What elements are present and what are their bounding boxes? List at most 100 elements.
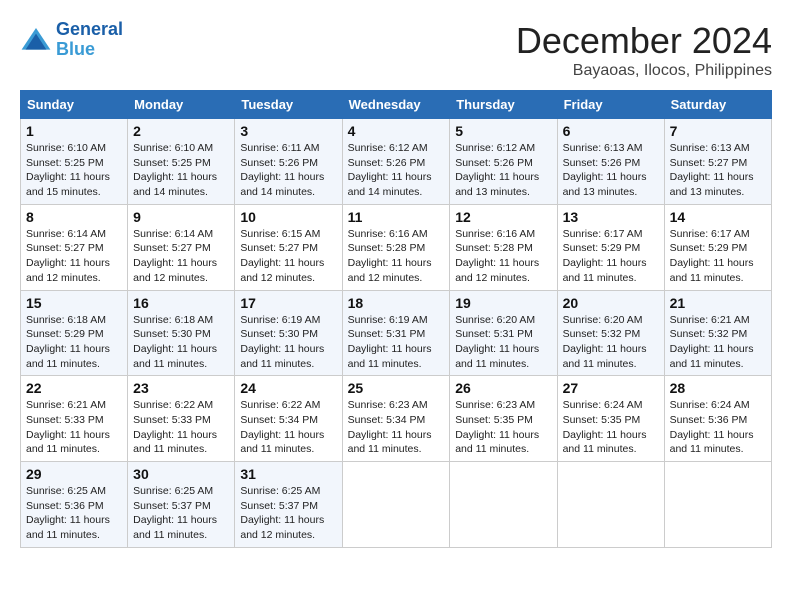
cell-daylight: Daylight: 11 hours and 11 minutes. bbox=[26, 343, 110, 370]
cell-daylight: Daylight: 11 hours and 11 minutes. bbox=[670, 257, 754, 284]
calendar-cell: 21 Sunrise: 6:21 AM Sunset: 5:32 PM Dayl… bbox=[664, 290, 771, 376]
cell-sunrise: Sunrise: 6:10 AM bbox=[26, 142, 106, 154]
cell-daylight: Daylight: 11 hours and 11 minutes. bbox=[670, 343, 754, 370]
cell-sunrise: Sunrise: 6:18 AM bbox=[133, 314, 213, 326]
day-number: 9 bbox=[133, 209, 229, 225]
calendar-cell: 29 Sunrise: 6:25 AM Sunset: 5:36 PM Dayl… bbox=[21, 462, 128, 548]
cell-daylight: Daylight: 11 hours and 14 minutes. bbox=[133, 171, 217, 198]
column-header-sunday: Sunday bbox=[21, 91, 128, 119]
cell-sunset: Sunset: 5:26 PM bbox=[348, 157, 426, 169]
day-number: 6 bbox=[563, 123, 659, 139]
column-header-friday: Friday bbox=[557, 91, 664, 119]
day-number: 27 bbox=[563, 380, 659, 396]
cell-sunset: Sunset: 5:27 PM bbox=[26, 242, 104, 254]
cell-sunset: Sunset: 5:31 PM bbox=[455, 328, 533, 340]
cell-daylight: Daylight: 11 hours and 13 minutes. bbox=[455, 171, 539, 198]
day-number: 1 bbox=[26, 123, 122, 139]
cell-sunrise: Sunrise: 6:24 AM bbox=[563, 399, 643, 411]
day-number: 12 bbox=[455, 209, 551, 225]
cell-daylight: Daylight: 11 hours and 12 minutes. bbox=[348, 257, 432, 284]
day-number: 14 bbox=[670, 209, 766, 225]
cell-sunset: Sunset: 5:31 PM bbox=[348, 328, 426, 340]
cell-sunset: Sunset: 5:28 PM bbox=[455, 242, 533, 254]
cell-sunset: Sunset: 5:30 PM bbox=[133, 328, 211, 340]
cell-daylight: Daylight: 11 hours and 11 minutes. bbox=[455, 343, 539, 370]
calendar-cell: 31 Sunrise: 6:25 AM Sunset: 5:37 PM Dayl… bbox=[235, 462, 342, 548]
day-number: 13 bbox=[563, 209, 659, 225]
cell-sunrise: Sunrise: 6:23 AM bbox=[455, 399, 535, 411]
cell-daylight: Daylight: 11 hours and 11 minutes. bbox=[563, 343, 647, 370]
day-number: 24 bbox=[240, 380, 336, 396]
calendar-cell: 27 Sunrise: 6:24 AM Sunset: 5:35 PM Dayl… bbox=[557, 376, 664, 462]
cell-sunset: Sunset: 5:28 PM bbox=[348, 242, 426, 254]
cell-sunset: Sunset: 5:26 PM bbox=[563, 157, 641, 169]
cell-sunset: Sunset: 5:36 PM bbox=[670, 414, 748, 426]
day-number: 11 bbox=[348, 209, 445, 225]
calendar-week-row: 22 Sunrise: 6:21 AM Sunset: 5:33 PM Dayl… bbox=[21, 376, 772, 462]
calendar-cell: 19 Sunrise: 6:20 AM Sunset: 5:31 PM Dayl… bbox=[450, 290, 557, 376]
cell-sunset: Sunset: 5:25 PM bbox=[26, 157, 104, 169]
cell-daylight: Daylight: 11 hours and 11 minutes. bbox=[348, 343, 432, 370]
cell-sunset: Sunset: 5:34 PM bbox=[348, 414, 426, 426]
cell-sunrise: Sunrise: 6:20 AM bbox=[455, 314, 535, 326]
cell-sunrise: Sunrise: 6:17 AM bbox=[670, 228, 750, 240]
day-number: 7 bbox=[670, 123, 766, 139]
calendar-cell: 26 Sunrise: 6:23 AM Sunset: 5:35 PM Dayl… bbox=[450, 376, 557, 462]
cell-sunrise: Sunrise: 6:13 AM bbox=[563, 142, 643, 154]
calendar-cell: 25 Sunrise: 6:23 AM Sunset: 5:34 PM Dayl… bbox=[342, 376, 450, 462]
cell-sunrise: Sunrise: 6:25 AM bbox=[240, 485, 320, 497]
calendar-cell: 13 Sunrise: 6:17 AM Sunset: 5:29 PM Dayl… bbox=[557, 204, 664, 290]
day-number: 30 bbox=[133, 466, 229, 482]
cell-sunset: Sunset: 5:37 PM bbox=[133, 500, 211, 512]
day-number: 29 bbox=[26, 466, 122, 482]
cell-sunset: Sunset: 5:37 PM bbox=[240, 500, 318, 512]
calendar-cell: 24 Sunrise: 6:22 AM Sunset: 5:34 PM Dayl… bbox=[235, 376, 342, 462]
cell-daylight: Daylight: 11 hours and 11 minutes. bbox=[670, 429, 754, 456]
day-number: 23 bbox=[133, 380, 229, 396]
month-title: December 2024 bbox=[516, 20, 772, 62]
page-header: General Blue December 2024 Bayaoas, Iloc… bbox=[20, 20, 772, 80]
cell-daylight: Daylight: 11 hours and 15 minutes. bbox=[26, 171, 110, 198]
cell-daylight: Daylight: 11 hours and 11 minutes. bbox=[26, 514, 110, 541]
cell-sunrise: Sunrise: 6:21 AM bbox=[670, 314, 750, 326]
calendar-cell: 3 Sunrise: 6:11 AM Sunset: 5:26 PM Dayli… bbox=[235, 119, 342, 205]
cell-daylight: Daylight: 11 hours and 11 minutes. bbox=[563, 257, 647, 284]
cell-sunrise: Sunrise: 6:19 AM bbox=[348, 314, 428, 326]
cell-daylight: Daylight: 11 hours and 12 minutes. bbox=[240, 514, 324, 541]
cell-sunset: Sunset: 5:26 PM bbox=[455, 157, 533, 169]
calendar-cell bbox=[557, 462, 664, 548]
column-header-thursday: Thursday bbox=[450, 91, 557, 119]
day-number: 4 bbox=[348, 123, 445, 139]
calendar-table: SundayMondayTuesdayWednesdayThursdayFrid… bbox=[20, 90, 772, 548]
title-block: December 2024 Bayaoas, Ilocos, Philippin… bbox=[516, 20, 772, 80]
cell-sunrise: Sunrise: 6:20 AM bbox=[563, 314, 643, 326]
cell-daylight: Daylight: 11 hours and 11 minutes. bbox=[563, 429, 647, 456]
cell-sunset: Sunset: 5:27 PM bbox=[670, 157, 748, 169]
cell-daylight: Daylight: 11 hours and 13 minutes. bbox=[563, 171, 647, 198]
cell-sunrise: Sunrise: 6:17 AM bbox=[563, 228, 643, 240]
cell-sunrise: Sunrise: 6:14 AM bbox=[133, 228, 213, 240]
cell-sunrise: Sunrise: 6:22 AM bbox=[133, 399, 213, 411]
day-number: 5 bbox=[455, 123, 551, 139]
cell-sunrise: Sunrise: 6:16 AM bbox=[348, 228, 428, 240]
calendar-week-row: 15 Sunrise: 6:18 AM Sunset: 5:29 PM Dayl… bbox=[21, 290, 772, 376]
calendar-cell bbox=[450, 462, 557, 548]
calendar-cell: 8 Sunrise: 6:14 AM Sunset: 5:27 PM Dayli… bbox=[21, 204, 128, 290]
calendar-cell: 18 Sunrise: 6:19 AM Sunset: 5:31 PM Dayl… bbox=[342, 290, 450, 376]
cell-sunset: Sunset: 5:29 PM bbox=[563, 242, 641, 254]
cell-daylight: Daylight: 11 hours and 11 minutes. bbox=[240, 429, 324, 456]
cell-sunrise: Sunrise: 6:13 AM bbox=[670, 142, 750, 154]
cell-sunrise: Sunrise: 6:18 AM bbox=[26, 314, 106, 326]
day-number: 26 bbox=[455, 380, 551, 396]
day-number: 19 bbox=[455, 295, 551, 311]
day-number: 22 bbox=[26, 380, 122, 396]
cell-sunrise: Sunrise: 6:25 AM bbox=[133, 485, 213, 497]
cell-sunset: Sunset: 5:29 PM bbox=[26, 328, 104, 340]
cell-sunrise: Sunrise: 6:22 AM bbox=[240, 399, 320, 411]
day-number: 15 bbox=[26, 295, 122, 311]
cell-sunrise: Sunrise: 6:14 AM bbox=[26, 228, 106, 240]
cell-daylight: Daylight: 11 hours and 11 minutes. bbox=[240, 343, 324, 370]
calendar-cell: 15 Sunrise: 6:18 AM Sunset: 5:29 PM Dayl… bbox=[21, 290, 128, 376]
cell-sunrise: Sunrise: 6:10 AM bbox=[133, 142, 213, 154]
calendar-cell: 28 Sunrise: 6:24 AM Sunset: 5:36 PM Dayl… bbox=[664, 376, 771, 462]
